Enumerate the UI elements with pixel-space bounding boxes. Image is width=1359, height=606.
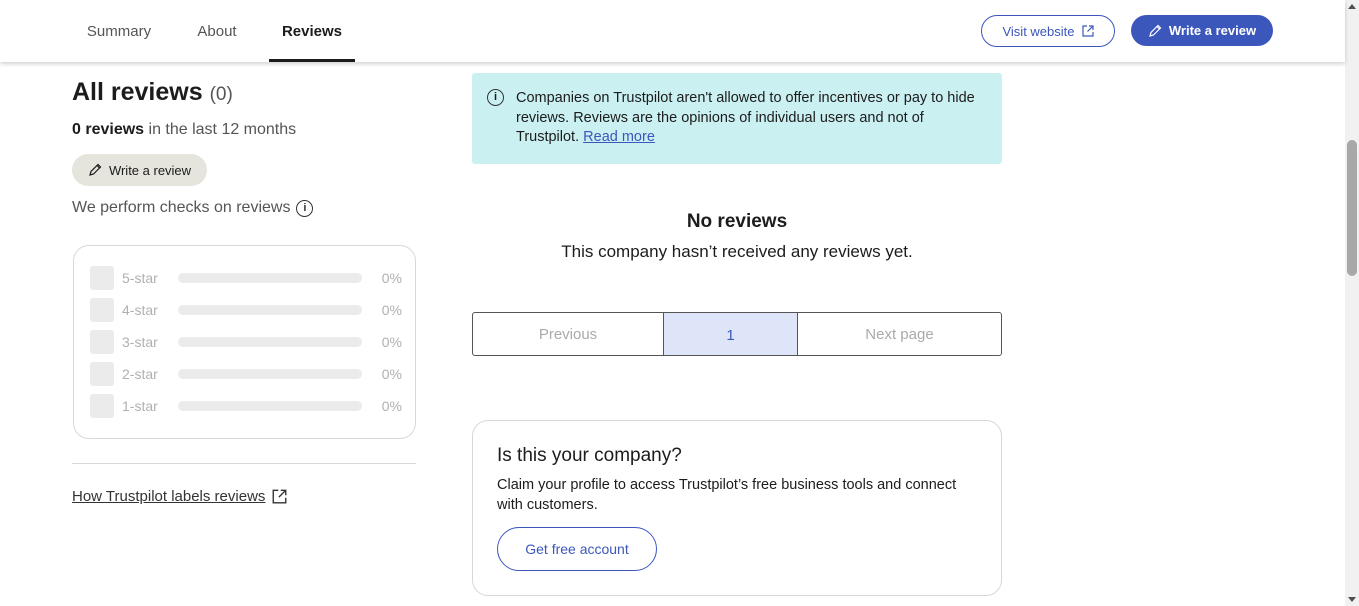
external-link-icon bbox=[1081, 25, 1094, 37]
checks-text: We perform checks on reviews bbox=[72, 199, 291, 216]
claim-title: Is this your company? bbox=[497, 445, 682, 466]
all-reviews-heading: All reviews (0) bbox=[72, 78, 233, 107]
write-review-button[interactable]: Write a review bbox=[72, 154, 207, 186]
claim-company-card: Is this your company? Claim your profile… bbox=[472, 420, 1002, 596]
star-distribution-bar bbox=[178, 273, 362, 283]
star-filter-row-4[interactable]: 4-star 0% bbox=[90, 298, 402, 322]
write-review-label: Write a review bbox=[1168, 23, 1257, 38]
star-distribution-bar bbox=[178, 401, 362, 411]
read-more-link[interactable]: Read more bbox=[583, 129, 655, 145]
star-filter-checkbox[interactable] bbox=[90, 394, 114, 418]
star-filter-label: 1-star bbox=[122, 398, 158, 414]
star-filter-percent: 0% bbox=[381, 366, 402, 382]
tab-summary-label: Summary bbox=[86, 22, 152, 40]
star-filter-label: 3-star bbox=[122, 334, 158, 350]
incentives-notice: i Companies on Trustpilot aren't allowed… bbox=[472, 73, 1002, 164]
star-filter-checkbox[interactable] bbox=[90, 330, 114, 354]
next-page-button[interactable]: Next page bbox=[798, 313, 1001, 355]
scrollbar-thumb[interactable] bbox=[1347, 140, 1357, 276]
tab-summary[interactable]: Summary bbox=[72, 0, 166, 62]
scroll-up-arrow-icon[interactable] bbox=[1348, 4, 1356, 9]
star-filter-percent: 0% bbox=[381, 398, 402, 414]
star-filter-checkbox[interactable] bbox=[90, 266, 114, 290]
vertical-scrollbar[interactable] bbox=[1345, 0, 1359, 606]
visit-website-button[interactable]: Visit website bbox=[981, 15, 1115, 47]
star-filter-label: 4-star bbox=[122, 302, 158, 318]
previous-page-button[interactable]: Previous bbox=[473, 313, 664, 355]
all-reviews-title: All reviews bbox=[72, 78, 203, 106]
pencil-icon bbox=[1149, 24, 1162, 37]
claim-body: Claim your profile to access Trustpilot’… bbox=[497, 477, 957, 513]
visit-website-label: Visit website bbox=[1002, 23, 1075, 39]
star-filter-percent: 0% bbox=[381, 302, 402, 318]
info-icon[interactable]: i bbox=[296, 199, 314, 217]
star-filter-label: 5-star bbox=[122, 270, 158, 286]
tab-about-label: About bbox=[197, 22, 237, 40]
all-reviews-count: (0) bbox=[209, 84, 233, 105]
top-nav-bar: Summary About Reviews Visit website Writ… bbox=[0, 0, 1345, 62]
star-distribution-bar bbox=[178, 337, 362, 347]
pagination: Previous 1 Next page bbox=[472, 312, 1002, 356]
external-link-icon bbox=[272, 489, 287, 504]
tab-reviews-label: Reviews bbox=[281, 22, 343, 40]
star-filter-checkbox[interactable] bbox=[90, 298, 114, 322]
reviews-count: 0 reviews bbox=[72, 121, 145, 138]
write-review-button-top[interactable]: Write a review bbox=[1131, 15, 1273, 46]
star-filter-percent: 0% bbox=[381, 270, 402, 286]
pencil-icon bbox=[89, 163, 102, 176]
star-filter-row-3[interactable]: 3-star 0% bbox=[90, 330, 402, 354]
no-reviews-subtitle: This company hasn’t received any reviews… bbox=[561, 242, 913, 261]
write-review-left-label: Write a review bbox=[108, 162, 192, 178]
star-filter-row-2[interactable]: 2-star 0% bbox=[90, 362, 402, 386]
current-page-button[interactable]: 1 bbox=[664, 313, 798, 355]
get-free-account-button[interactable]: Get free account bbox=[497, 527, 657, 571]
reviews-summary-line: 0 reviews in the last 12 months bbox=[72, 121, 296, 139]
no-reviews-title: No reviews bbox=[686, 211, 788, 232]
how-labels-reviews-link[interactable]: How Trustpilot labels reviews bbox=[72, 488, 287, 505]
scroll-down-arrow-icon[interactable] bbox=[1348, 597, 1356, 602]
info-icon: i bbox=[487, 89, 504, 106]
tab-about[interactable]: About bbox=[182, 0, 252, 62]
labels-link-text: How Trustpilot labels reviews bbox=[72, 488, 266, 505]
star-filter-row-1[interactable]: 1-star 0% bbox=[90, 394, 402, 418]
star-filter-row-5[interactable]: 5-star 0% bbox=[90, 266, 402, 290]
star-filter-percent: 0% bbox=[381, 334, 402, 350]
star-distribution-bar bbox=[178, 305, 362, 315]
divider bbox=[72, 463, 416, 464]
star-filter-checkbox[interactable] bbox=[90, 362, 114, 386]
reviews-period: in the last 12 months bbox=[144, 121, 297, 138]
star-distribution-bar bbox=[178, 369, 362, 379]
star-distribution-filter: 5-star 0% 4-star 0% 3-star 0% 2-star 0% … bbox=[73, 245, 416, 439]
review-checks-info[interactable]: We perform checks on reviews i bbox=[72, 199, 314, 217]
star-filter-label: 2-star bbox=[122, 366, 158, 382]
tab-reviews[interactable]: Reviews bbox=[269, 0, 355, 62]
